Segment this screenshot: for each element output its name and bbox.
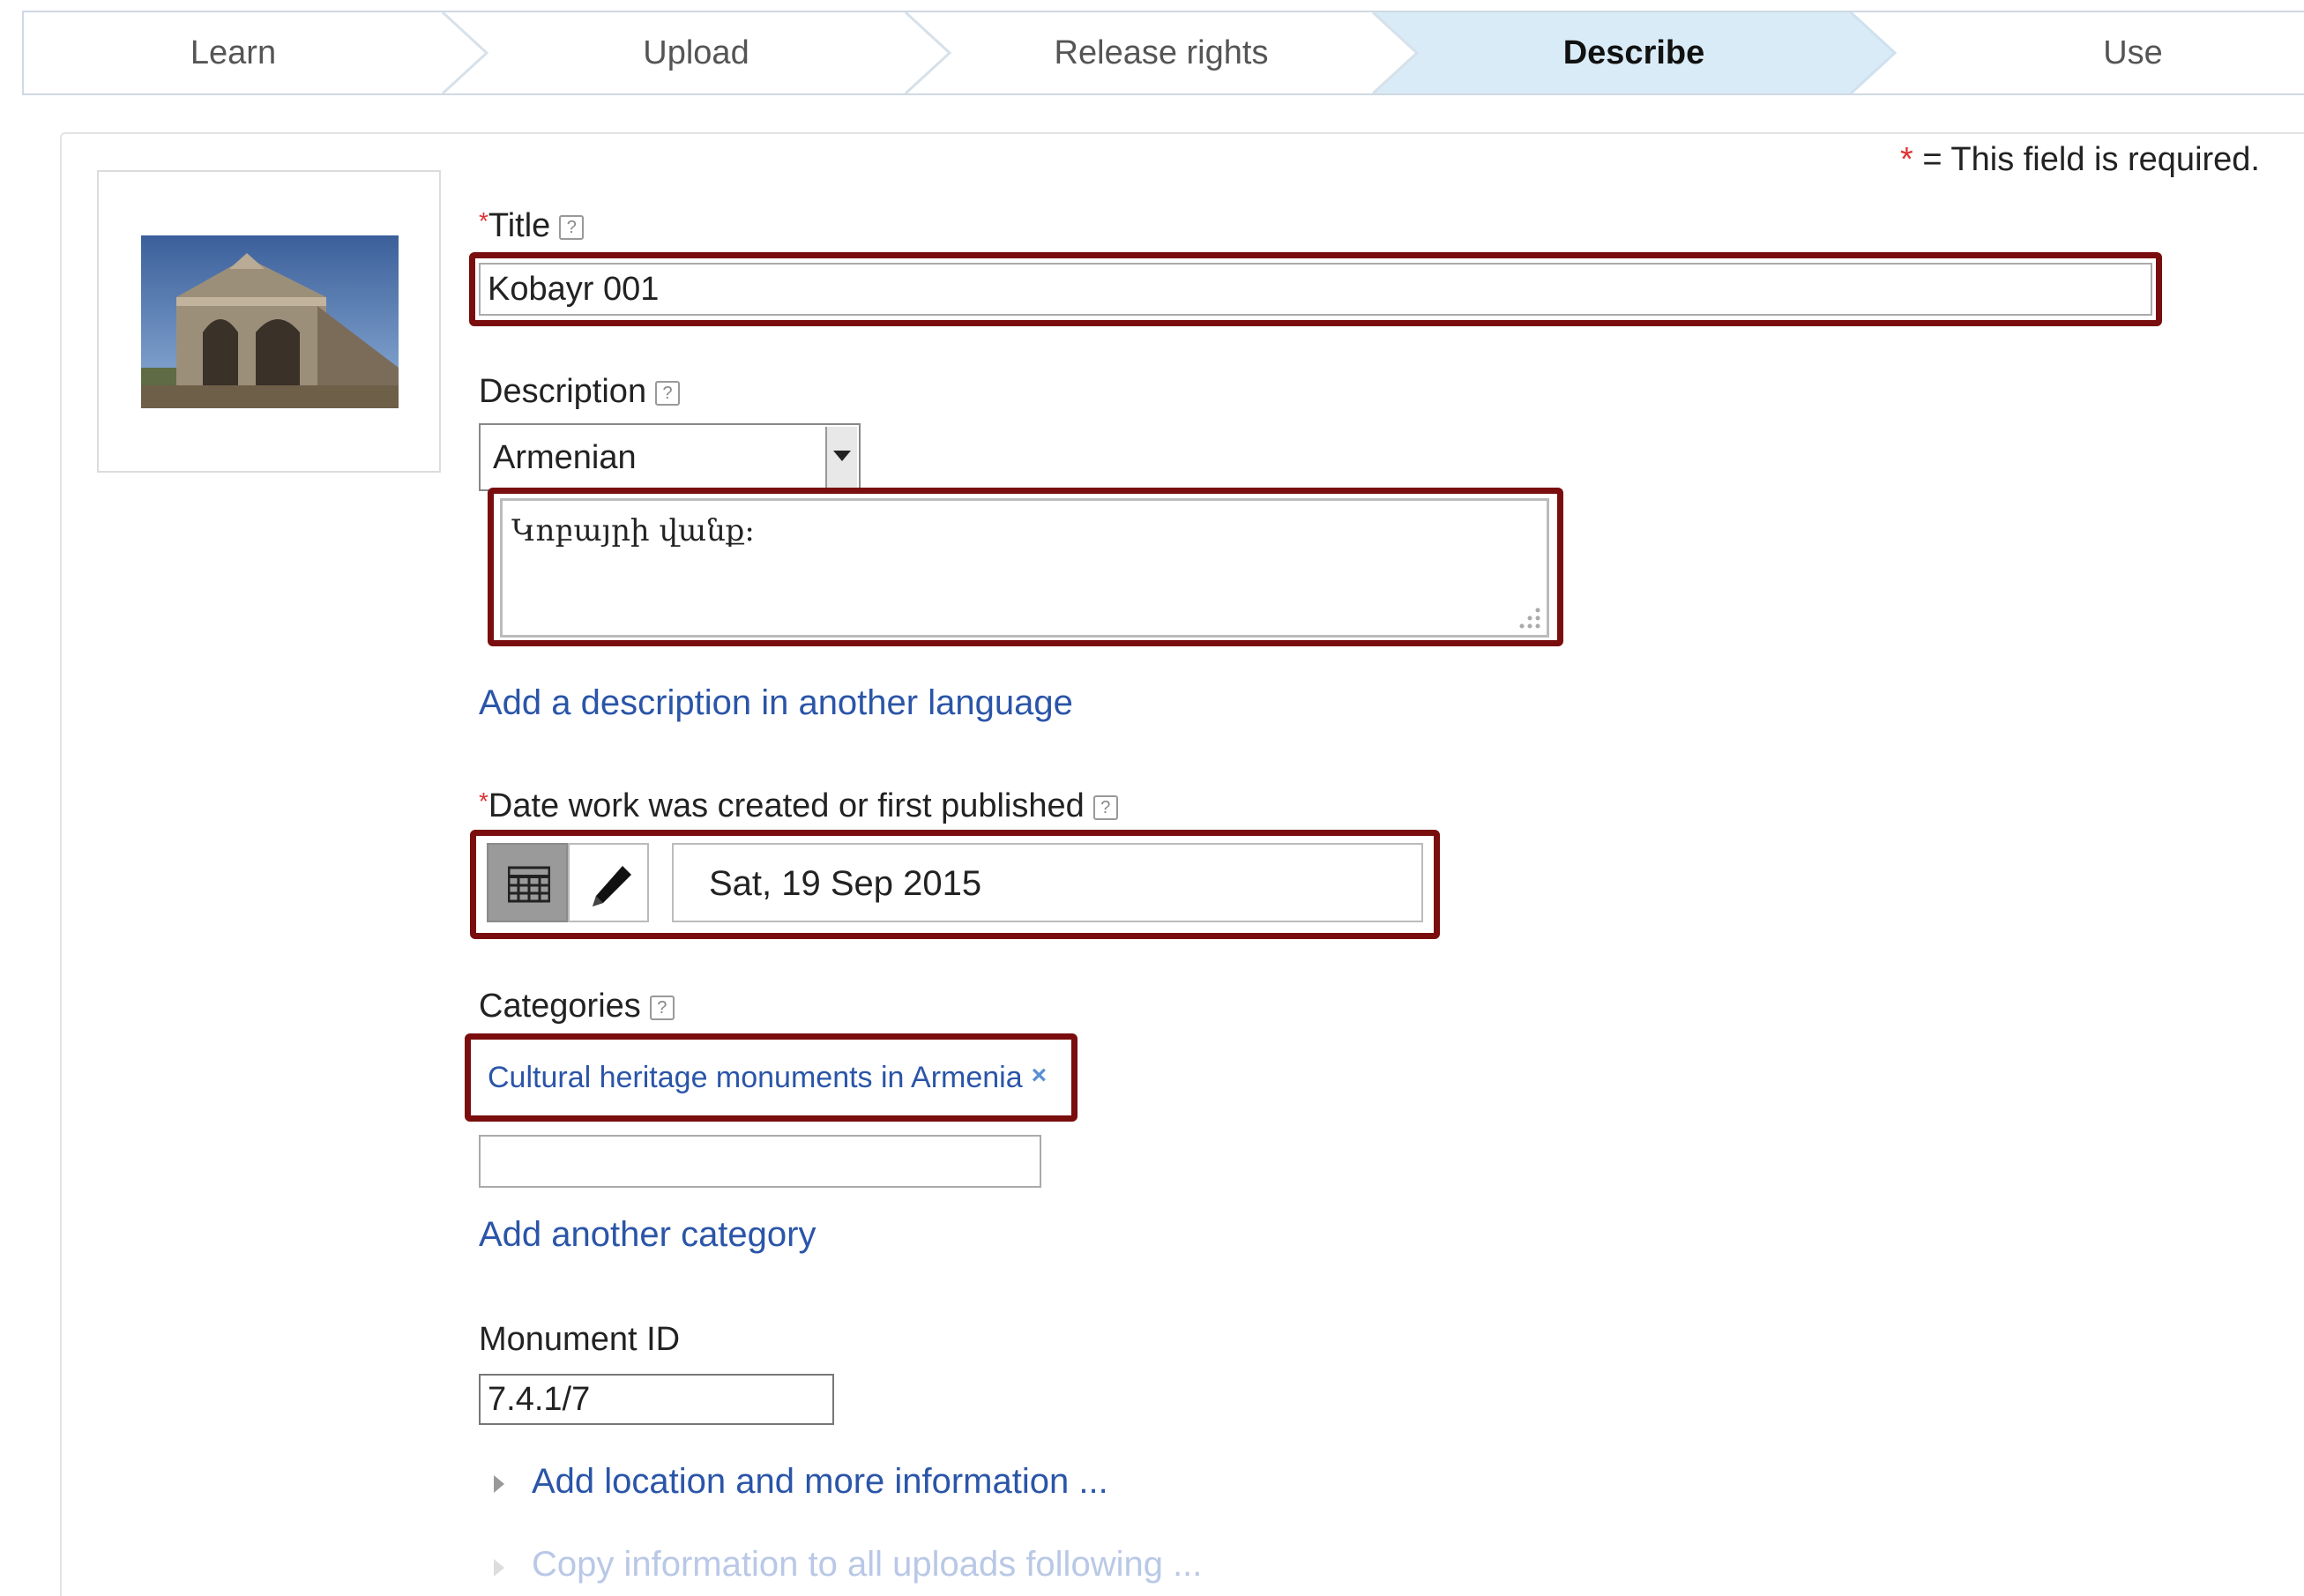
expand-triangle-icon[interactable] (494, 1475, 504, 1493)
description-highlight-box (488, 488, 1563, 646)
required-star: * (1899, 141, 1913, 178)
required-note: * = This field is required. (1900, 141, 2260, 179)
categories-label-text: Categories (479, 988, 641, 1025)
title-highlight-box (469, 252, 2162, 326)
monument-id-label: Monument ID (479, 1321, 681, 1358)
description-language-value: Armenian (493, 439, 637, 476)
collapse-triangle-icon (494, 1559, 504, 1577)
add-category-link[interactable]: Add another category (479, 1215, 816, 1255)
step-describe: Describe (1562, 34, 1705, 71)
date-label: *Date work was created or first publishe… (479, 787, 1118, 825)
categories-help-icon[interactable]: ? (649, 995, 675, 1020)
step-learn: Learn (190, 34, 277, 71)
file-thumbnail (97, 170, 441, 473)
step-upload: Upload (643, 34, 749, 71)
description-language-select[interactable]: Armenian (479, 423, 861, 491)
date-label-text: Date work was created or first published (488, 787, 1085, 824)
description-label-text: Description (479, 373, 647, 410)
monument-id-input[interactable]: 7.4.1/7 (479, 1374, 834, 1425)
dropdown-arrow-shape (833, 451, 851, 461)
date-highlight-box (470, 830, 1440, 939)
title-label-text: Title (488, 207, 551, 244)
step-release-rights: Release rights (1054, 34, 1269, 71)
step-use: Use (2103, 34, 2163, 71)
copy-information-link[interactable]: Copy information to all uploads followin… (532, 1545, 1202, 1585)
description-help-icon[interactable]: ? (655, 380, 681, 406)
date-help-icon[interactable]: ? (1092, 794, 1118, 820)
required-note-text: = This field is required. (1913, 141, 2260, 178)
date-required-star: * (479, 787, 488, 815)
category-input[interactable] (479, 1135, 1041, 1188)
upload-steps-bar: Learn Upload Release rights Describe Use (22, 11, 2304, 95)
thumbnail-image (141, 235, 399, 408)
title-required-star: * (479, 207, 488, 235)
add-description-language-link[interactable]: Add a description in another language (479, 683, 1073, 723)
title-help-icon[interactable]: ? (559, 214, 585, 240)
title-label: *Title? (479, 207, 585, 245)
description-label: Description? (479, 373, 681, 411)
add-location-link[interactable]: Add location and more information ... (532, 1462, 1108, 1502)
category-highlight-box (465, 1033, 1077, 1122)
chevron-down-icon[interactable] (825, 427, 857, 488)
categories-label: Categories? (479, 988, 675, 1025)
